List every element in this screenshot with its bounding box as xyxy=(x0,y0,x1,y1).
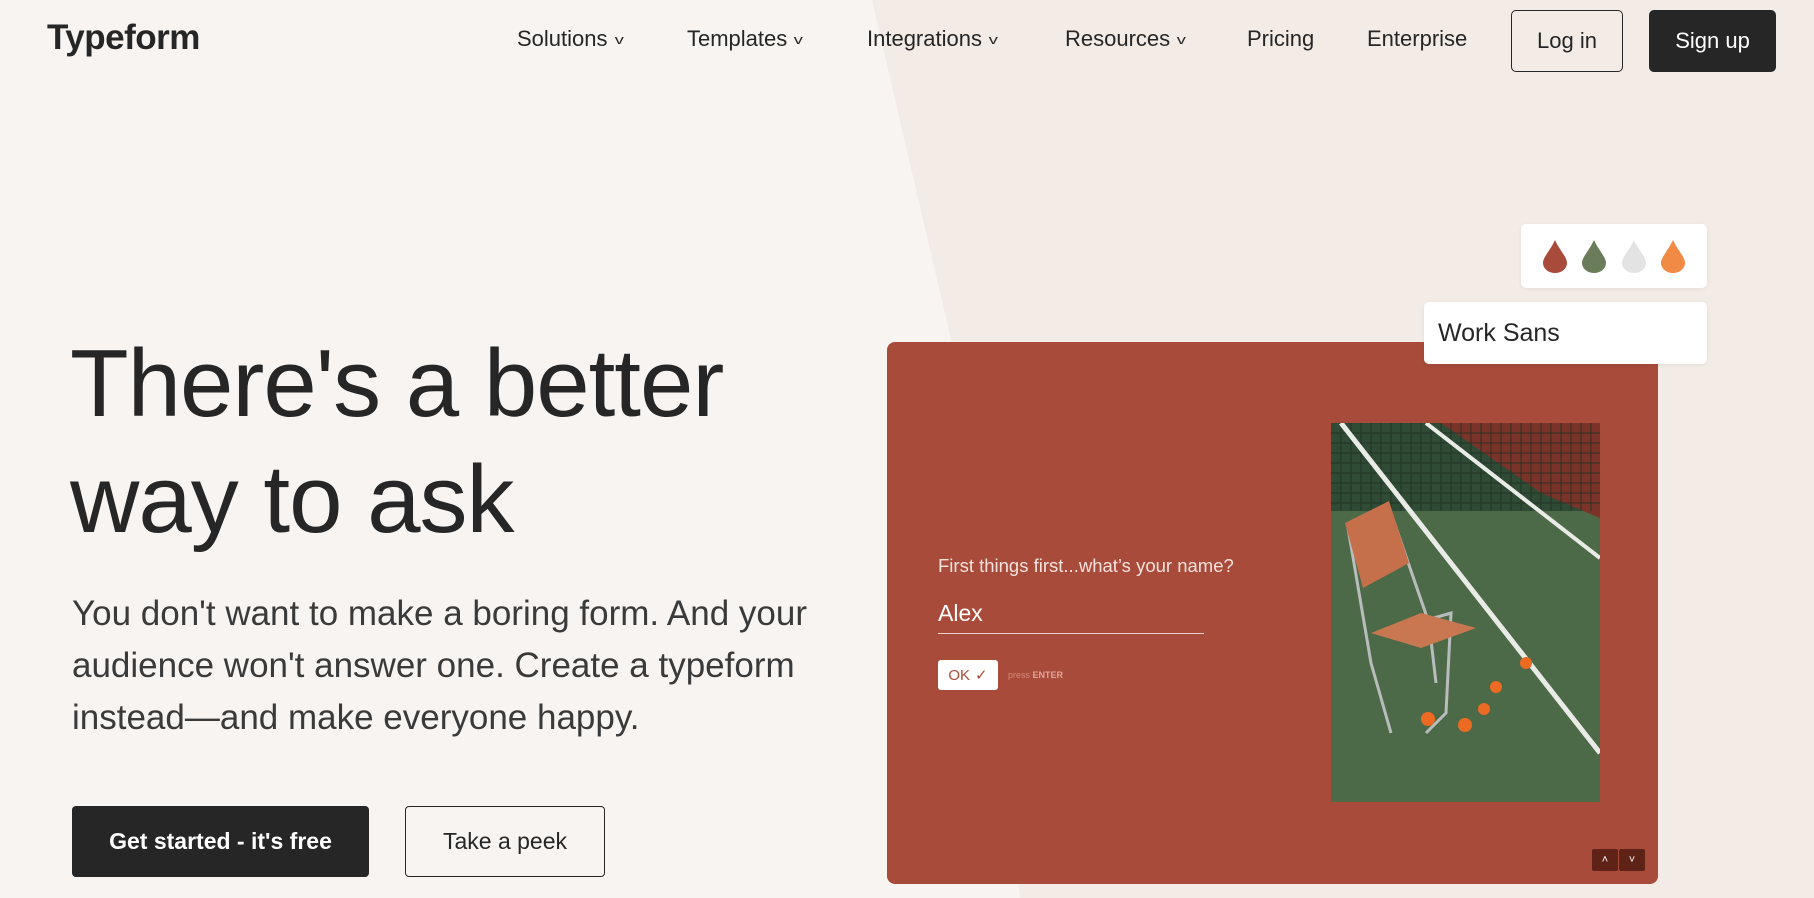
check-icon: ✓ xyxy=(975,667,988,684)
nav-solutions[interactable]: Solutions v xyxy=(517,26,624,52)
ok-label: OK xyxy=(948,666,971,684)
chevron-down-icon: ˅ xyxy=(1628,854,1636,866)
hero-title: There's a better way to ask xyxy=(70,326,724,558)
signup-button[interactable]: Sign up xyxy=(1649,10,1776,72)
font-selector[interactable]: Work Sans xyxy=(1424,302,1707,364)
question-navigation: ˄ ˅ xyxy=(1592,849,1645,871)
nav-integrations[interactable]: Integrations v xyxy=(867,26,998,52)
typeform-logo[interactable]: Typeform xyxy=(47,18,200,58)
nav-enterprise[interactable]: Enterprise xyxy=(1367,26,1467,52)
previous-question-button[interactable]: ˄ xyxy=(1592,849,1618,871)
nav-resources[interactable]: Resources v xyxy=(1065,26,1186,52)
answer-underline xyxy=(938,633,1204,634)
chevron-down-icon: v xyxy=(1176,31,1186,47)
enter-text: ENTER xyxy=(1032,670,1064,680)
color-palette xyxy=(1521,224,1707,288)
next-question-button[interactable]: ˅ xyxy=(1619,849,1645,871)
hero-title-line-1: There's a better xyxy=(70,330,724,437)
chevron-down-icon: v xyxy=(793,31,804,47)
tennis-chair-photo xyxy=(1331,423,1600,802)
press-enter-hint: press ENTER xyxy=(1008,670,1063,680)
ok-button[interactable]: OK ✓ xyxy=(938,660,998,690)
chevron-up-icon: ˄ xyxy=(1601,854,1609,866)
chevron-down-icon: v xyxy=(988,31,998,47)
login-button[interactable]: Log in xyxy=(1511,10,1623,72)
color-drop-icon[interactable] xyxy=(1542,239,1568,273)
nav-label: Pricing xyxy=(1247,26,1315,51)
take-a-peek-button[interactable]: Take a peek xyxy=(405,806,605,877)
color-drop-icon[interactable] xyxy=(1660,239,1686,273)
press-text: press xyxy=(1008,670,1031,680)
hero-subtitle: You don't want to make a boring form. An… xyxy=(72,594,807,737)
nav-label: Resources xyxy=(1065,26,1171,51)
nav-label: Integrations xyxy=(867,26,982,51)
nav-label: Enterprise xyxy=(1367,26,1468,51)
name-answer-input[interactable]: Alex xyxy=(938,600,983,627)
nav-label: Solutions xyxy=(517,26,608,51)
color-drop-icon[interactable] xyxy=(1621,239,1647,273)
form-question: First things first...what’s your name? xyxy=(938,555,1234,576)
get-started-button[interactable]: Get started - it's free xyxy=(72,806,369,877)
nav-pricing[interactable]: Pricing xyxy=(1247,26,1314,52)
color-drop-icon[interactable] xyxy=(1581,239,1607,273)
hero-title-line-2: way to ask xyxy=(70,446,515,553)
chevron-down-icon: v xyxy=(614,31,624,47)
nav-label: Templates xyxy=(687,26,788,51)
nav-templates[interactable]: Templates v xyxy=(687,26,804,52)
